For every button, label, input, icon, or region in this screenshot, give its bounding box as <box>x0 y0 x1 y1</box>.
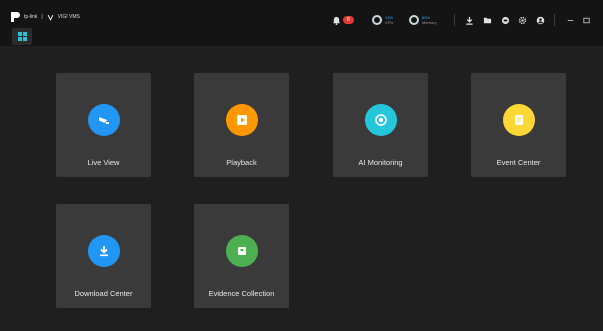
folder-button[interactable] <box>483 12 492 28</box>
download-button[interactable] <box>465 12 474 28</box>
tile-event-center[interactable]: Event Center <box>471 73 566 177</box>
product-name: VIGI VMS <box>57 13 80 20</box>
home-tab[interactable] <box>12 28 32 45</box>
vigi-logo-icon <box>47 14 53 21</box>
settings-button[interactable] <box>518 12 527 28</box>
toolbar-divider <box>454 14 455 26</box>
tile-label: Event Center <box>496 158 541 167</box>
title-bar: tp-link | VIGI VMS 8 13% CPU 60% Memory <box>0 0 603 46</box>
download-icon <box>100 246 108 257</box>
tile-playback[interactable]: Playback <box>194 73 289 177</box>
window-controls-divider <box>554 14 555 26</box>
account-button[interactable] <box>536 12 545 28</box>
maximize-button[interactable] <box>582 12 591 28</box>
tile-download-center[interactable]: Download Center <box>56 204 151 308</box>
camera-icon <box>99 117 109 124</box>
tile-icon-circle <box>226 235 258 267</box>
evidence-box-icon <box>238 247 246 255</box>
bell-icon <box>332 16 341 25</box>
minimize-icon <box>567 19 574 21</box>
event-note-icon <box>515 115 523 125</box>
tile-label: Download Center <box>74 289 133 298</box>
user-icon <box>536 16 545 24</box>
folder-icon <box>483 17 492 23</box>
alarm-count-badge: 8 <box>343 16 354 24</box>
message-icon <box>501 16 510 24</box>
tile-evidence-collection[interactable]: Evidence Collection <box>194 204 289 308</box>
maximize-icon <box>583 17 590 23</box>
tile-icon-circle <box>88 104 120 136</box>
memory-ring-icon <box>409 15 419 25</box>
tile-label: Playback <box>226 158 257 167</box>
brand-separator: | <box>41 14 43 20</box>
brand-text: tp-link <box>24 13 38 20</box>
tile-icon-circle <box>88 235 120 267</box>
cpu-label: CPU <box>385 20 394 25</box>
tp-link-logo-icon <box>11 12 20 22</box>
alarm-button[interactable]: 8 <box>332 12 354 28</box>
grid-icon <box>17 32 27 41</box>
tile-icon-circle <box>503 104 535 136</box>
play-icon <box>237 115 247 125</box>
tile-ai-monitoring[interactable]: AI Monitoring <box>333 73 428 177</box>
tile-icon-circle <box>365 104 397 136</box>
tile-label: Evidence Collection <box>208 289 275 298</box>
tile-label: Live View <box>87 158 120 167</box>
tile-icon-circle <box>226 104 258 136</box>
memory-label: Memory <box>422 20 437 25</box>
minimize-button[interactable] <box>566 12 575 28</box>
gear-icon <box>518 16 527 24</box>
ai-target-icon <box>375 114 387 126</box>
tile-live-view[interactable]: Live View <box>56 73 151 177</box>
tile-label: AI Monitoring <box>358 158 403 167</box>
message-button[interactable] <box>501 12 510 28</box>
cpu-meter: 13% CPU <box>372 12 393 28</box>
memory-meter: 60% Memory <box>409 12 436 28</box>
cpu-ring-icon <box>372 15 382 25</box>
download-icon <box>466 16 473 25</box>
brand: tp-link | VIGI VMS <box>10 11 80 23</box>
